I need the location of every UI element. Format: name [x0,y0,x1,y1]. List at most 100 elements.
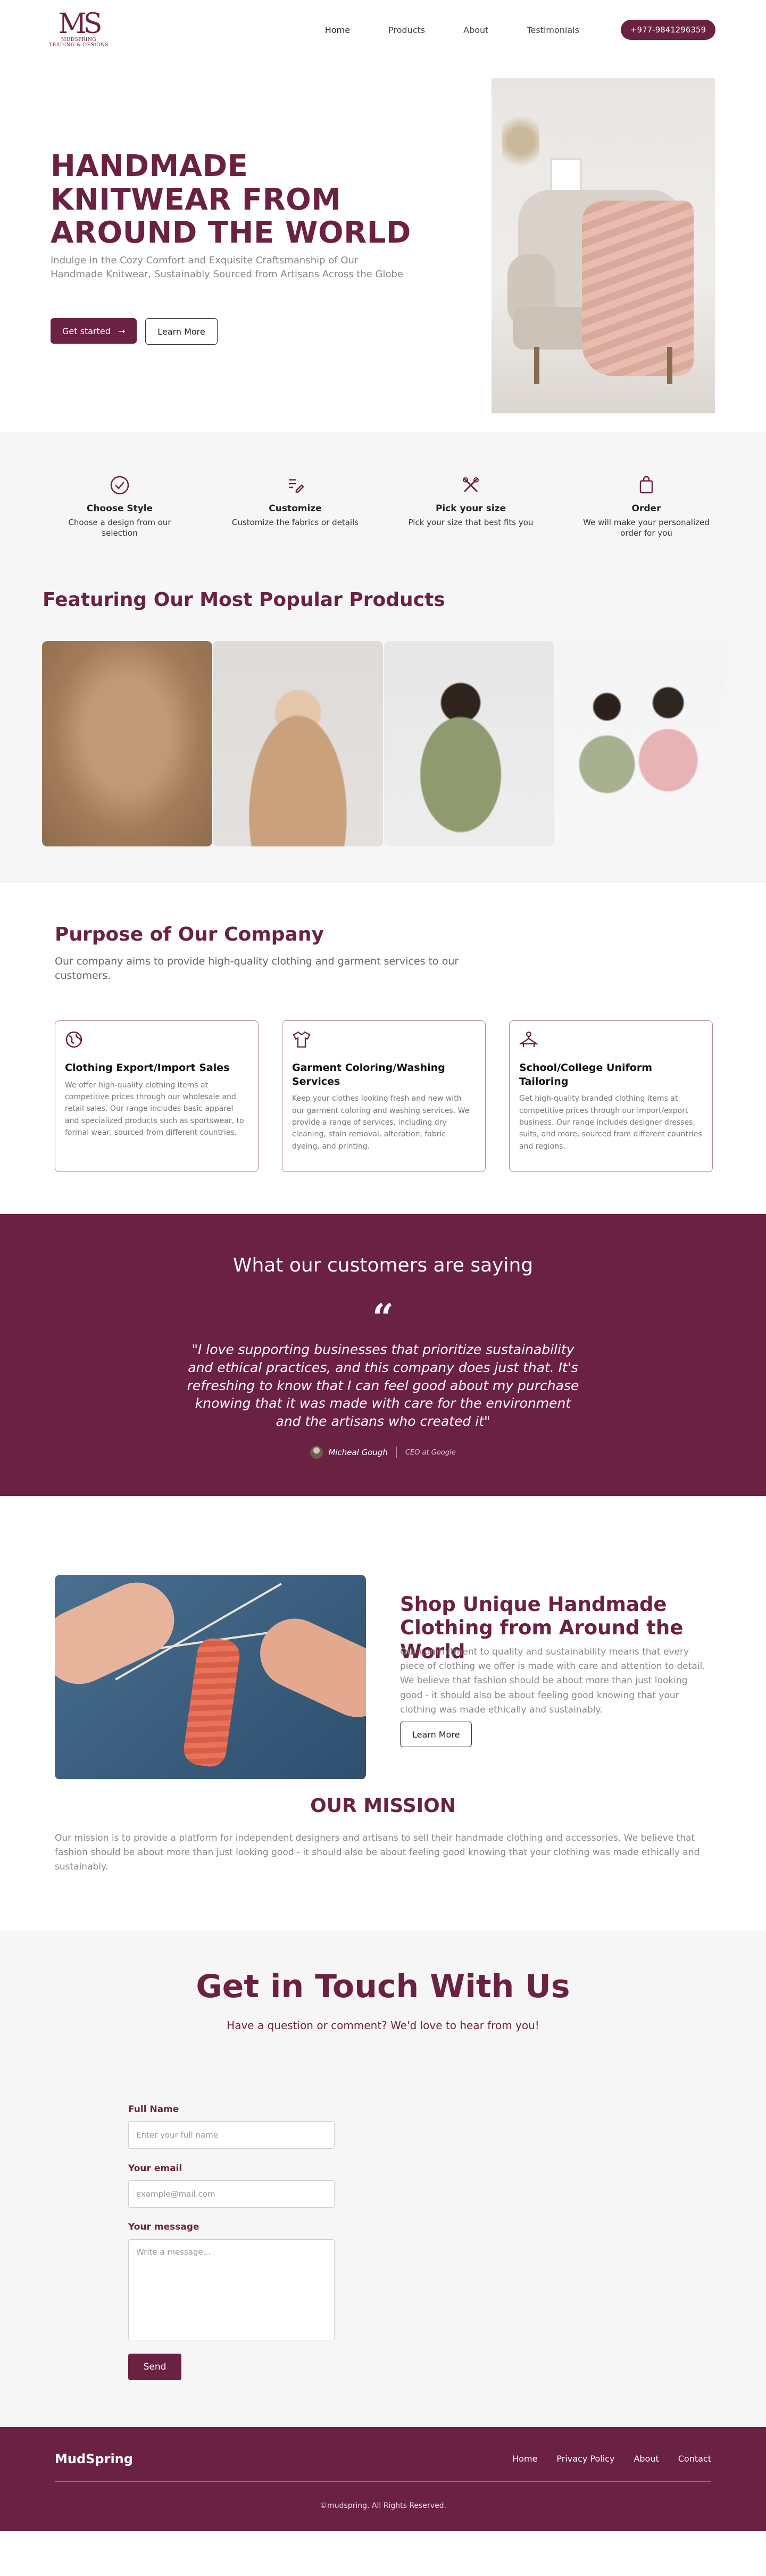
shop-image-knitting-hands [55,1575,366,1780]
service-card-coloring-washing: Garment Coloring/Washing Services Keep y… [282,1020,486,1172]
step-order: Order We will make your personalized ord… [577,475,715,568]
testimonial-author: Micheal Gough CEO at Google [0,1446,766,1459]
hero-image-chair-blanket [492,78,715,413]
footer-divider [55,2481,711,2482]
edit-icon [226,475,364,498]
step-choose-style: Choose Style Choose a design from our se… [51,475,189,568]
mission-body: Our mission is to provide a platform for… [55,1833,700,1873]
contact-subtitle: Have a question or comment? We'd love to… [227,2019,539,2032]
shop-body: Our commitment to quality and sustainabi… [400,1647,705,1715]
testimonial-heading: What our customers are saying [232,1254,534,1276]
top-navbar: MS MUDSPRING TRADING & DESIGNS Home Prod… [0,0,766,60]
step-title: Customize [269,503,322,514]
card-body: Keep your clothes looking fresh and new … [292,1094,470,1151]
full-name-label: Full Name [128,2104,179,2115]
products-section: Featuring Our Most Popular Products [0,568,766,883]
copyright-text: ©mudspring. All Rights Reserved. [320,2502,446,2510]
get-started-label: Get started [62,326,111,336]
check-circle-icon [51,475,189,498]
hero-title-line1: HANDMADE [51,149,248,184]
purpose-subtitle: Our company aims to provide high-quality… [55,955,459,982]
steps-section: Choose Style Choose a design from our se… [0,432,766,568]
chair-leg-shape [534,347,539,384]
contact-section: Get in Touch With Us Have a question or … [0,1931,766,2427]
chair-leg-shape [667,347,672,384]
card-title: School/College Uniform Tailoring [519,1062,652,1087]
step-title: Pick your size [435,503,506,514]
step-title: Choose Style [86,503,153,514]
send-button[interactable]: Send [128,2354,181,2380]
shop-section: Shop Unique Handmade Clothing from Aroun… [0,1496,766,1780]
globe-icon [65,1031,248,1052]
purpose-section: Purpose of Our Company Our company aims … [0,883,766,1214]
footer-link-about[interactable]: About [634,2454,659,2464]
main-menu: Home Products About Testimonials +977-98… [287,20,715,40]
card-body: Get high-quality branded clothing items … [519,1094,702,1151]
phone-button[interactable]: +977-9841296359 [620,20,715,40]
email-label: Your email [128,2163,182,2174]
service-card-uniform-tailoring: School/College Uniform Tailoring Get hig… [509,1020,713,1172]
step-desc: Customize the fabrics or details [231,518,359,527]
footer-link-home[interactable]: Home [512,2454,537,2464]
footer-link-contact[interactable]: Contact [678,2454,711,2464]
site-footer: MudSpring Home Privacy Policy About Cont… [0,2427,766,2531]
tools-icon [402,475,540,498]
service-card-export-import: Clothing Export/Import Sales We offer hi… [55,1020,259,1172]
hero-actions: Get started → Learn More [51,318,218,345]
testimonial-quote: "I love supporting businesses that prior… [187,1342,579,1429]
card-title: Clothing Export/Import Sales [65,1062,230,1074]
step-desc: We will make your personalized order for… [583,518,710,538]
logo-line1: MUDSPRING [61,37,97,43]
mission-heading: OUR MISSION [310,1795,456,1817]
shirt-icon [292,1031,476,1052]
hero-subtitle: Indulge in the Cozy Comfort and Exquisit… [51,255,404,280]
purpose-heading: Purpose of Our Company [55,924,324,945]
mission-section: OUR MISSION Our mission is to provide a … [0,1779,766,1931]
step-pick-size: Pick your size Pick your size that best … [402,475,540,568]
hero-title: HANDMADE KNITWEAR FROM AROUND THE WORLD [51,149,411,251]
arrow-right-icon: → [118,326,126,336]
nav-link-home[interactable]: Home [325,25,350,35]
logo-line2: TRADING & DESIGNS [48,43,109,48]
shop-learn-more-button[interactable]: Learn More [400,1722,472,1747]
lamp-shape [502,115,539,179]
products-heading: Featuring Our Most Popular Products [43,589,445,611]
quote-icon: “ [372,1295,394,1340]
footer-links: Home Privacy Policy About Contact [512,2454,711,2464]
message-label: Your message [128,2222,199,2232]
brand-logo[interactable]: MS MUDSPRING TRADING & DESIGNS [47,7,111,48]
step-desc: Pick your size that best fits you [408,518,534,527]
step-desc: Choose a design from our selection [68,518,171,538]
product-image-kids-pair[interactable] [556,641,726,846]
divider [396,1447,397,1458]
email-input[interactable]: example@mail.com [128,2180,335,2208]
footer-brand[interactable]: MudSpring [55,2452,133,2466]
hand-shape [55,1575,187,1697]
author-name: Micheal Gough [328,1448,388,1457]
step-customize: Customize Customize the fabrics or detai… [226,475,364,568]
card-body: We offer high-quality clothing items at … [65,1081,244,1137]
hanger-icon [519,1031,703,1052]
footer-link-privacy[interactable]: Privacy Policy [556,2454,614,2464]
message-textarea[interactable]: Write a message... [128,2239,335,2340]
step-title: Order [631,503,661,514]
hero-section: HANDMADE KNITWEAR FROM AROUND THE WORLD … [0,60,766,432]
knitting-shape [181,1636,242,1769]
card-title: Garment Coloring/Washing Services [292,1062,445,1087]
product-image-sweater-1[interactable] [42,641,212,846]
author-role: CEO at Google [405,1448,456,1457]
nav-link-testimonials[interactable]: Testimonials [527,25,579,35]
product-image-sweater-2[interactable] [213,641,383,846]
testimonial-section: What our customers are saying “ "I love … [0,1214,766,1496]
learn-more-button[interactable]: Learn More [145,318,218,345]
logo-mark: MS [58,7,103,40]
hero-title-line2: KNITWEAR FROM [51,182,342,217]
product-image-kids-sweater[interactable] [384,641,554,846]
nav-link-products[interactable]: Products [388,25,425,35]
hero-title-line3: AROUND THE WORLD [51,215,411,251]
get-started-button[interactable]: Get started → [51,318,137,344]
blanket-shape [582,201,694,376]
contact-heading: Get in Touch With Us [196,1968,570,2005]
full-name-input[interactable]: Enter your full name [128,2121,335,2149]
nav-link-about[interactable]: About [463,25,488,35]
